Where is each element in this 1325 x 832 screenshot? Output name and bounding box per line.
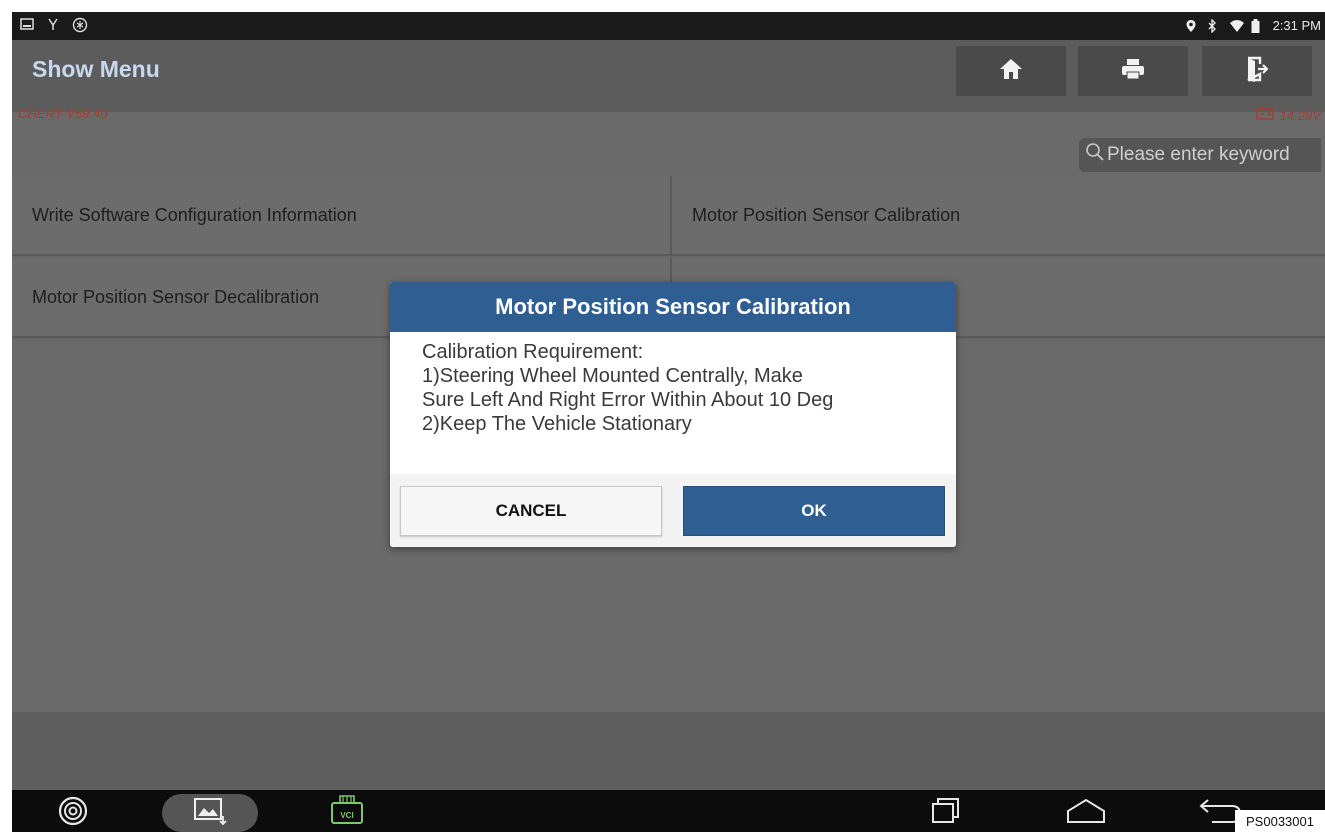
bug-icon [72, 17, 88, 33]
gallery-icon [192, 796, 228, 831]
battery-voltage: 14.29V [1256, 107, 1321, 123]
app-frame: 2:31 PM Show Menu CHERY V59.40 14.29V Pl… [12, 12, 1325, 832]
page-title: Show Menu [32, 56, 160, 82]
dialog-line: Calibration Requirement: [422, 341, 644, 363]
print-icon [1120, 57, 1146, 86]
home-button[interactable] [956, 46, 1066, 96]
dialog-line: 2)Keep The Vehicle Stationary [422, 413, 692, 435]
home-icon [998, 57, 1024, 86]
menu-item-label: Motor Position Sensor Calibration [692, 204, 961, 225]
status-bar: 2:31 PM [12, 12, 1325, 40]
cancel-button[interactable]: CANCEL [400, 486, 662, 536]
menu-item-motor-position-sensor-calibration[interactable]: Motor Position Sensor Calibration [672, 176, 1325, 256]
battery-icon [1256, 107, 1274, 123]
home-nav-icon [1064, 796, 1108, 831]
dialog-message: Calibration Requirement: 1)Steering Whee… [390, 332, 956, 466]
app-header: Show Menu CHERY V59.40 14.29V [12, 40, 1325, 123]
home-nav-button[interactable] [1064, 796, 1108, 831]
bottom-toolbar [12, 712, 1325, 790]
screenshot-notification-icon [20, 17, 34, 31]
bluetooth-icon [1207, 17, 1221, 34]
dialog-line: Sure Left And Right Error Within About 1… [422, 389, 834, 411]
image-code-label: PS0033001 [1235, 810, 1325, 832]
system-navigation-bar: VCI [12, 790, 1325, 832]
battery-status-icon [1251, 18, 1265, 33]
software-version: CHERY V59.40 [18, 106, 108, 121]
menu-item-write-software-configuration[interactable]: Write Software Configuration Information [12, 176, 672, 256]
dialog-actions: CANCEL OK [390, 474, 956, 547]
vci-button[interactable]: VCI [330, 794, 364, 831]
recent-apps-button[interactable] [930, 796, 962, 831]
location-icon [1185, 19, 1199, 33]
gallery-button[interactable] [162, 794, 258, 832]
search-box [1079, 138, 1321, 172]
browser-icon [56, 796, 90, 831]
vci-label: VCI [340, 811, 354, 820]
calibration-dialog: Motor Position Sensor Calibration Calibr… [390, 282, 956, 547]
exit-icon [1246, 56, 1269, 87]
menu-item-label: Write Software Configuration Information [32, 204, 357, 225]
dialog-title: Motor Position Sensor Calibration [390, 282, 956, 332]
menu-item-label: Motor Position Sensor Decalibration [32, 286, 320, 307]
search-icon [1085, 142, 1105, 168]
wifi-icon [1229, 19, 1244, 33]
voltage-value: 14.29V [1279, 107, 1321, 123]
dialog-line: 1)Steering Wheel Mounted Centrally, Make [422, 365, 803, 387]
status-time: 2:31 PM [1272, 18, 1321, 33]
recent-apps-icon [930, 796, 962, 831]
usb-debug-icon [46, 17, 60, 31]
ok-button[interactable]: OK [683, 486, 945, 536]
search-input[interactable] [1105, 143, 1319, 167]
browser-button[interactable] [56, 796, 90, 831]
exit-button[interactable] [1202, 46, 1312, 96]
print-button[interactable] [1078, 46, 1188, 96]
